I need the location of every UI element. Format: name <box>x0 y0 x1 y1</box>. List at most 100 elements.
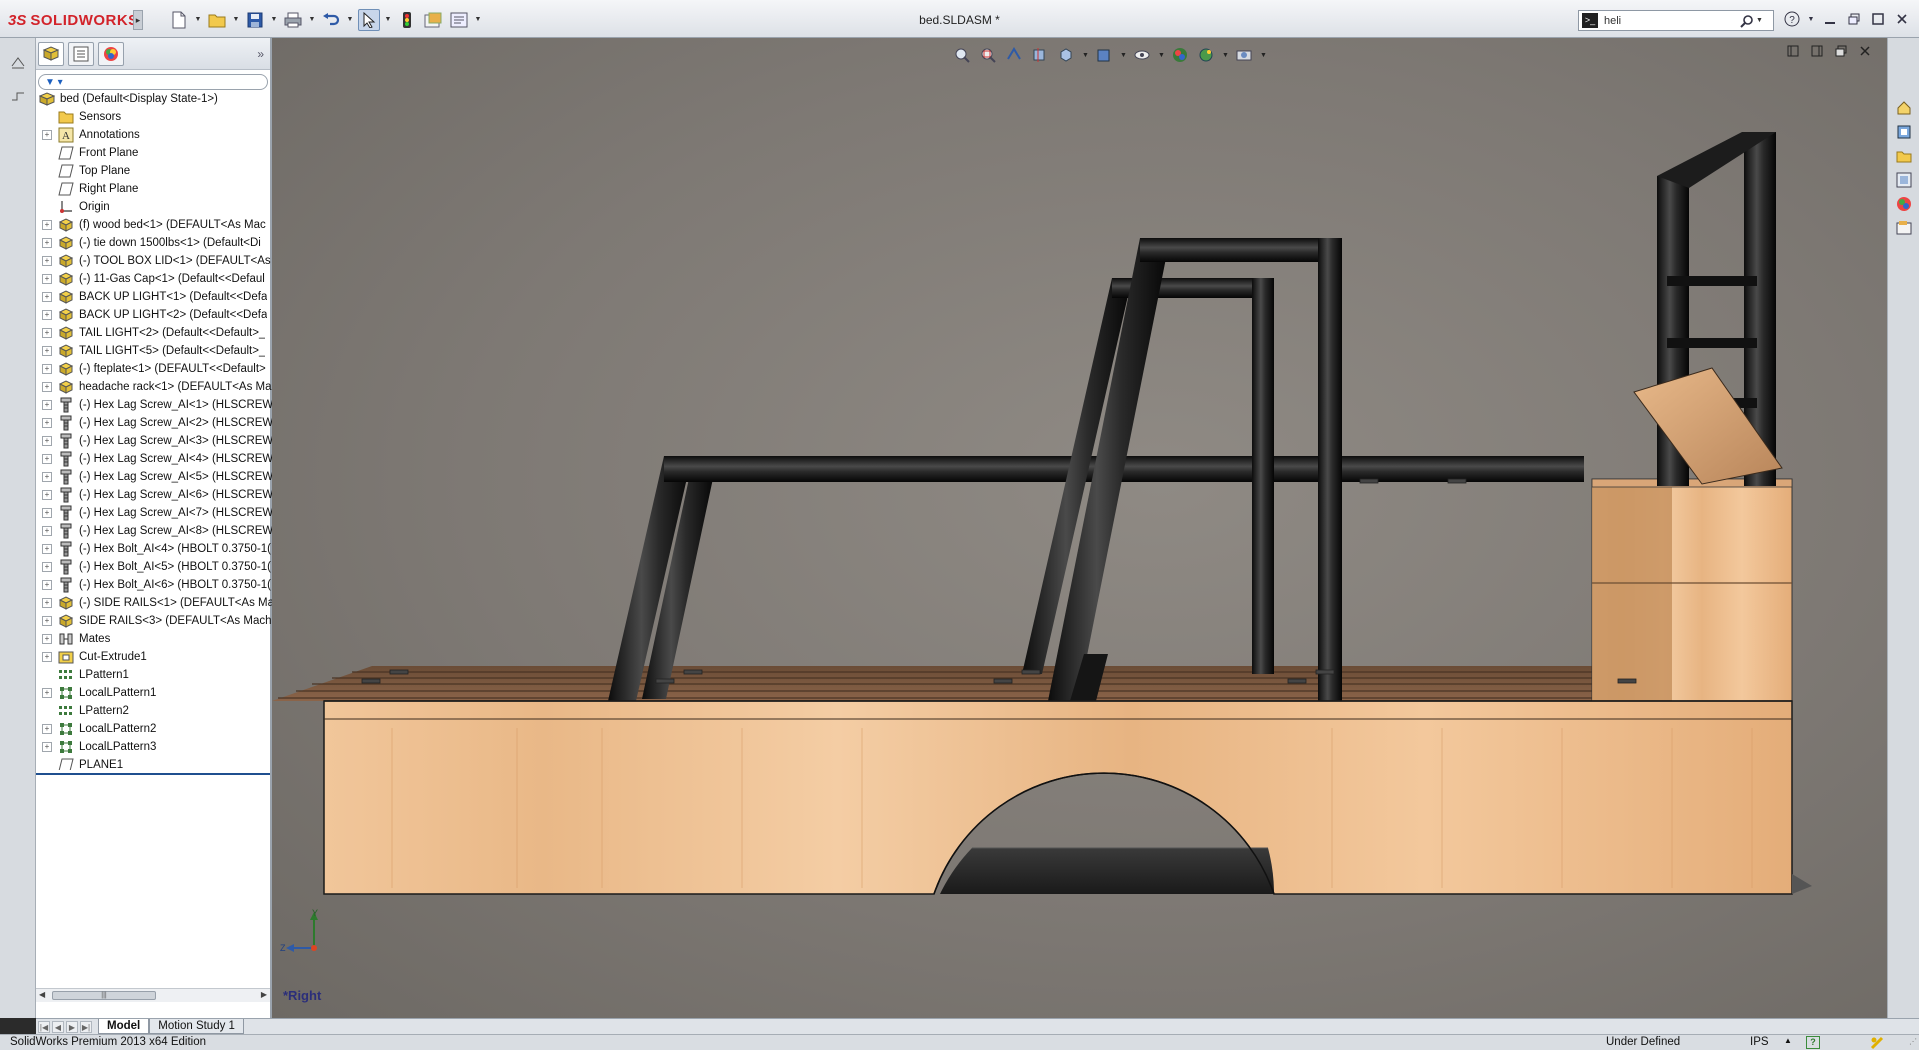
expand-toggle-icon[interactable]: + <box>42 580 52 590</box>
print-dropdown[interactable]: ▼ <box>308 9 316 31</box>
tree-item[interactable]: + (-) Hex Lag Screw_AI<6> (HLSCREW <box>36 486 272 504</box>
feature-tree-scrollbar[interactable]: ◀ ||| ▶ <box>36 988 270 1002</box>
solidworks-logo[interactable]: 3S SOLIDWORKS <box>8 9 139 31</box>
rebuild-icon[interactable] <box>396 9 418 31</box>
search-input[interactable] <box>1598 11 1738 30</box>
rollback-bar[interactable] <box>36 773 270 775</box>
command-search-icon[interactable]: >_ <box>1582 13 1598 28</box>
expand-toggle-icon[interactable]: + <box>42 436 52 446</box>
section-view-icon[interactable] <box>1030 45 1050 65</box>
tree-item[interactable]: + (-) fteplate<1> (DEFAULT<<Default> <box>36 360 272 378</box>
help-icon[interactable]: ? <box>1783 10 1801 28</box>
tree-item[interactable]: + Mates <box>36 630 272 648</box>
tab-motion-study-1[interactable]: Motion Study 1 <box>149 1019 244 1034</box>
save-icon[interactable] <box>244 9 266 31</box>
view-settings-icon[interactable] <box>1234 45 1254 65</box>
tree-item[interactable]: LPattern1 <box>36 666 272 684</box>
tree-item[interactable]: Front Plane <box>36 144 272 162</box>
scroll-right-icon[interactable]: ▶ <box>261 990 267 999</box>
expand-toggle-icon[interactable]: + <box>42 508 52 518</box>
expand-toggle-icon[interactable]: + <box>42 220 52 230</box>
tree-item[interactable]: + Cut-Extrude1 <box>36 648 272 666</box>
expand-toggle-icon[interactable]: + <box>42 634 52 644</box>
new-document-icon[interactable] <box>168 9 190 31</box>
tree-item[interactable]: + TAIL LIGHT<2> (Default<<Default>_ <box>36 324 272 342</box>
tree-item[interactable]: + LocalLPattern2 <box>36 720 272 738</box>
tree-item[interactable]: + (-) SIDE RAILS<1> (DEFAULT<As Ma <box>36 594 272 612</box>
file-explorer-icon[interactable] <box>1894 146 1914 166</box>
expand-toggle-icon[interactable]: + <box>42 364 52 374</box>
expand-toggle-icon[interactable]: + <box>42 526 52 536</box>
expand-toggle-icon[interactable]: + <box>42 652 52 662</box>
tree-item[interactable]: + SIDE RAILS<3> (DEFAULT<As Machi <box>36 612 272 630</box>
design-library-icon[interactable] <box>1894 122 1914 142</box>
last-tab-icon[interactable]: ▶| <box>80 1020 92 1033</box>
split-horizontal-icon[interactable] <box>1785 43 1801 59</box>
tree-item[interactable]: + (-) Hex Lag Screw_AI<8> (HLSCREW <box>36 522 272 540</box>
expand-toggle-icon[interactable]: + <box>42 562 52 572</box>
expand-toggle-icon[interactable]: + <box>42 346 52 356</box>
view-orientation-dropdown[interactable]: ▼ <box>1082 52 1089 59</box>
status-units[interactable]: IPS <box>1750 1036 1769 1048</box>
rebuild-status-icon[interactable] <box>1870 1036 1884 1050</box>
expand-toggle-icon[interactable]: + <box>42 328 52 338</box>
tree-item[interactable]: + BACK UP LIGHT<2> (Default<<Defa <box>36 306 272 324</box>
graphics-area[interactable]: ▼ ▼ ▼ ▼ ▼ Y Z *Right <box>272 38 1887 1018</box>
file-properties-icon[interactable] <box>422 9 444 31</box>
previous-view-icon[interactable] <box>1004 45 1024 65</box>
hide-show-items-icon[interactable] <box>1132 45 1152 65</box>
magnifier-icon[interactable] <box>1738 12 1756 30</box>
tree-item[interactable]: PLANE1 <box>36 756 272 770</box>
view-palette-icon[interactable] <box>1894 170 1914 190</box>
next-tab-icon[interactable]: ▶ <box>66 1020 78 1033</box>
solidworks-resources-icon[interactable] <box>1894 98 1914 118</box>
tree-item[interactable]: + (-) Hex Bolt_AI<5> (HBOLT 0.3750-1( <box>36 558 272 576</box>
restore-icon[interactable] <box>1845 10 1863 28</box>
tree-item[interactable]: Sensors <box>36 108 272 126</box>
expand-toggle-icon[interactable]: + <box>42 400 52 410</box>
tree-item[interactable]: + (f) wood bed<1> (DEFAULT<As Mac <box>36 216 272 234</box>
expand-toggle-icon[interactable]: + <box>42 382 52 392</box>
save-dropdown[interactable]: ▼ <box>270 9 278 31</box>
tree-item[interactable]: + (-) Hex Lag Screw_AI<3> (HLSCREW <box>36 432 272 450</box>
close-icon[interactable] <box>1893 10 1911 28</box>
maximize-icon[interactable] <box>1869 10 1887 28</box>
tree-item[interactable]: + A Annotations <box>36 126 272 144</box>
expand-toggle-icon[interactable]: + <box>42 724 52 734</box>
filter-icon[interactable]: ▼ ▾ <box>38 74 268 90</box>
tree-item[interactable]: + (-) tie down 1500lbs<1> (Default<Di <box>36 234 272 252</box>
select-dropdown[interactable]: ▼ <box>384 9 392 31</box>
viewport-close-icon[interactable] <box>1857 43 1873 59</box>
appearances-scenes-icon[interactable] <box>1894 194 1914 214</box>
tree-item[interactable]: + (-) Hex Lag Screw_AI<7> (HLSCREW <box>36 504 272 522</box>
display-style-icon[interactable] <box>1094 45 1114 65</box>
expand-toggle-icon[interactable]: + <box>42 598 52 608</box>
tree-item[interactable]: Top Plane <box>36 162 272 180</box>
print-icon[interactable] <box>282 9 304 31</box>
select-icon[interactable] <box>358 9 380 31</box>
step-tool-icon[interactable] <box>8 86 28 106</box>
display-style-dropdown[interactable]: ▼ <box>1120 52 1127 59</box>
undo-icon[interactable] <box>320 9 342 31</box>
expand-toggle-icon[interactable]: + <box>42 274 52 284</box>
previous-tab-icon[interactable]: ◀ <box>52 1020 64 1033</box>
expand-toggle-icon[interactable]: + <box>42 238 52 248</box>
tree-item[interactable]: + (-) TOOL BOX LID<1> (DEFAULT<As <box>36 252 272 270</box>
help-dropdown-icon[interactable]: ▼ <box>1807 10 1815 28</box>
tree-item[interactable]: + TAIL LIGHT<5> (Default<<Default>_ <box>36 342 272 360</box>
tree-item[interactable]: + (-) Hex Lag Screw_AI<5> (HLSCREW <box>36 468 272 486</box>
custom-properties-icon[interactable] <box>1894 218 1914 238</box>
sketch-tool-icon[interactable] <box>8 52 28 72</box>
tree-item[interactable]: + (-) Hex Bolt_AI<6> (HBOLT 0.3750-1( <box>36 576 272 594</box>
tree-item[interactable]: + headache rack<1> (DEFAULT<As Ma <box>36 378 272 396</box>
resize-grip-icon[interactable]: ⋰ <box>1909 1037 1917 1046</box>
expand-toggle-icon[interactable]: + <box>42 130 52 140</box>
split-vertical-icon[interactable] <box>1809 43 1825 59</box>
tree-root-item[interactable]: bed (Default<Display State-1>) <box>36 90 272 108</box>
tree-item[interactable]: + (-) 11-Gas Cap<1> (Default<<Defaul <box>36 270 272 288</box>
expand-toggle-icon[interactable]: + <box>42 256 52 266</box>
quick-tips-icon[interactable]: ? <box>1806 1036 1820 1049</box>
open-icon[interactable] <box>206 9 228 31</box>
new-dropdown[interactable]: ▼ <box>194 9 202 31</box>
first-tab-icon[interactable]: |◀ <box>38 1020 50 1033</box>
